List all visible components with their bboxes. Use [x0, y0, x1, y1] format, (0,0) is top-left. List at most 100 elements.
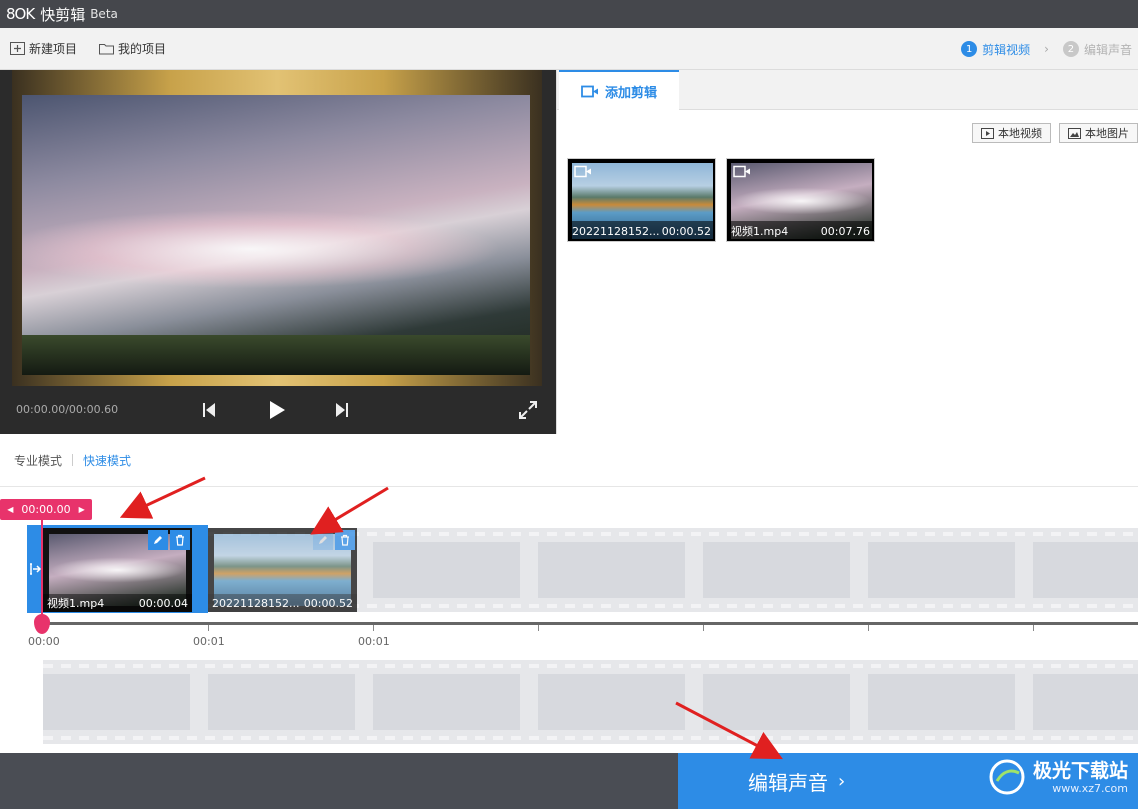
- clip-caption: 20221128152... 00:00.52: [208, 594, 357, 612]
- delete-clip-button[interactable]: [335, 530, 355, 550]
- previous-frame-icon[interactable]: [197, 398, 221, 422]
- empty-slot: [703, 674, 850, 730]
- media-item[interactable]: 20221128152... 00:00.52: [567, 158, 716, 242]
- toolbar: 新建项目 我的项目 1 剪辑视频 › 2 编辑声音: [0, 28, 1138, 70]
- clip-name: 20221128152...: [212, 596, 300, 610]
- playhead-handle[interactable]: [34, 614, 50, 634]
- trim-arrow-icon: [30, 563, 42, 575]
- ruler-tick: [868, 625, 869, 631]
- chevron-right-icon: ›: [838, 770, 846, 792]
- ruler-label: 00:01: [193, 635, 225, 648]
- timeline-clip[interactable]: 20221128152... 00:00.52: [208, 528, 357, 612]
- tab-label: 添加剪辑: [604, 85, 657, 101]
- clip-actions: [311, 530, 355, 550]
- film-perforation: [43, 664, 1138, 668]
- watermark-logo-icon: [989, 759, 1025, 795]
- step-number: 1: [961, 41, 978, 57]
- playhead-time[interactable]: ◀ 00:00.00 ▶: [0, 499, 92, 520]
- chevron-right-icon: ›: [1044, 42, 1049, 56]
- source-buttons: 本地视频 本地图片: [964, 123, 1138, 143]
- my-projects-label: 我的项目: [118, 42, 167, 56]
- app-logo: 8OK: [6, 5, 35, 23]
- app-name: 快剪辑: [40, 5, 86, 24]
- empty-slot: [208, 674, 355, 730]
- audio-track[interactable]: [43, 660, 1138, 744]
- play-box-icon: [981, 127, 994, 139]
- edit-clip-button[interactable]: [313, 530, 333, 550]
- caret-left-icon[interactable]: ◀: [7, 505, 13, 514]
- mode-switch: 专业模式 快速模式: [0, 434, 1138, 487]
- step-label: 剪辑视频: [982, 42, 1031, 57]
- clip-name: 视频1.mp4: [47, 597, 105, 610]
- step-edit-video[interactable]: 1 剪辑视频: [961, 41, 1030, 58]
- media-caption: 20221128152... 00:00.52: [568, 221, 715, 241]
- film-perforation: [43, 736, 1138, 740]
- fast-mode-button[interactable]: 快速模式: [83, 452, 131, 469]
- ruler-tick: [208, 625, 209, 631]
- empty-slot: [1033, 542, 1138, 598]
- media-caption: 视频1.mp4 00:07.76: [727, 221, 874, 241]
- ruler-tick: [538, 625, 539, 631]
- pencil-icon: [319, 536, 327, 544]
- tab-add-clip[interactable]: 添加剪辑: [559, 70, 679, 110]
- empty-slot: [703, 542, 850, 598]
- media-tabs: 添加剪辑: [557, 70, 1138, 110]
- clip-duration: 00:00.04: [138, 596, 188, 610]
- preview-video[interactable]: [22, 95, 530, 375]
- play-icon[interactable]: [264, 398, 288, 422]
- media-panel: 添加剪辑 本地视频 本地图片 20221128152... 00:00.52 视…: [556, 70, 1138, 434]
- next-frame-icon[interactable]: [330, 398, 354, 422]
- ruler-tick: [703, 625, 704, 631]
- watermark: 极光下载站 www.xz7.com: [987, 757, 1128, 797]
- ruler-tick: [373, 625, 374, 631]
- new-project-label: 新建项目: [29, 42, 78, 56]
- time-readout: 00:00.00/00:00.60: [16, 403, 119, 416]
- empty-slot: [373, 542, 520, 598]
- clip-caption: 视频1.mp4 00:00.04: [43, 594, 192, 612]
- media-item[interactable]: 视频1.mp4 00:07.76: [726, 158, 875, 242]
- empty-slot: [43, 674, 190, 730]
- mode-divider: [72, 454, 74, 466]
- edit-clip-button[interactable]: [148, 530, 168, 550]
- pro-mode-button[interactable]: 专业模式: [14, 452, 62, 469]
- step-edit-audio[interactable]: 2 编辑声音: [1062, 41, 1132, 58]
- folder-icon: [99, 44, 115, 55]
- new-project-button[interactable]: 新建项目: [10, 40, 77, 57]
- beta-badge: Beta: [90, 7, 118, 21]
- video-camera-icon: [574, 165, 591, 178]
- empty-slot: [538, 674, 685, 730]
- video-camera-icon: [581, 85, 598, 97]
- my-projects-button[interactable]: 我的项目: [99, 40, 166, 57]
- local-video-button[interactable]: 本地视频: [972, 123, 1051, 143]
- preview-ground: [22, 335, 530, 375]
- title-bar: 8OK 快剪辑 Beta: [0, 0, 1138, 28]
- playhead-time-label: 00:00.00: [21, 503, 71, 516]
- bottom-bar: 编辑声音 › 极光下载站 www.xz7.com: [0, 753, 1138, 809]
- media-duration: 00:00.52: [661, 224, 711, 238]
- fullscreen-icon[interactable]: [516, 398, 540, 422]
- timeline-clip[interactable]: 视频1.mp4 00:00.04: [43, 528, 192, 612]
- playhead-line: [41, 520, 43, 624]
- delete-clip-button[interactable]: [170, 530, 190, 550]
- empty-slot: [868, 542, 1015, 598]
- image-icon: [1068, 127, 1081, 139]
- caret-right-icon[interactable]: ▶: [79, 505, 85, 514]
- video-preview: 00:00.00/00:00.60: [0, 70, 556, 434]
- step-label: 编辑声音: [1083, 42, 1132, 57]
- ruler-tick: [1033, 625, 1034, 631]
- step-indicator: 1 剪辑视频 › 2 编辑声音: [961, 28, 1132, 70]
- edit-audio-label: 编辑声音: [748, 770, 828, 795]
- plus-box-icon: [10, 42, 25, 55]
- local-image-button[interactable]: 本地图片: [1059, 123, 1138, 143]
- media-list: 20221128152... 00:00.52 视频1.mp4 00:07.76: [567, 158, 885, 242]
- empty-slot: [868, 674, 1015, 730]
- media-duration: 00:07.76: [820, 224, 870, 238]
- clip-actions: [146, 530, 190, 550]
- pencil-icon: [154, 536, 162, 544]
- empty-slot: [373, 674, 520, 730]
- local-video-label: 本地视频: [998, 127, 1042, 140]
- video-camera-icon: [733, 165, 750, 178]
- watermark-url: www.xz7.com: [1052, 781, 1128, 795]
- timeline: 视频1.mp4 00:00.04 20221128152... 00:00.52…: [0, 488, 1138, 753]
- ruler-label: 00:00: [28, 635, 60, 648]
